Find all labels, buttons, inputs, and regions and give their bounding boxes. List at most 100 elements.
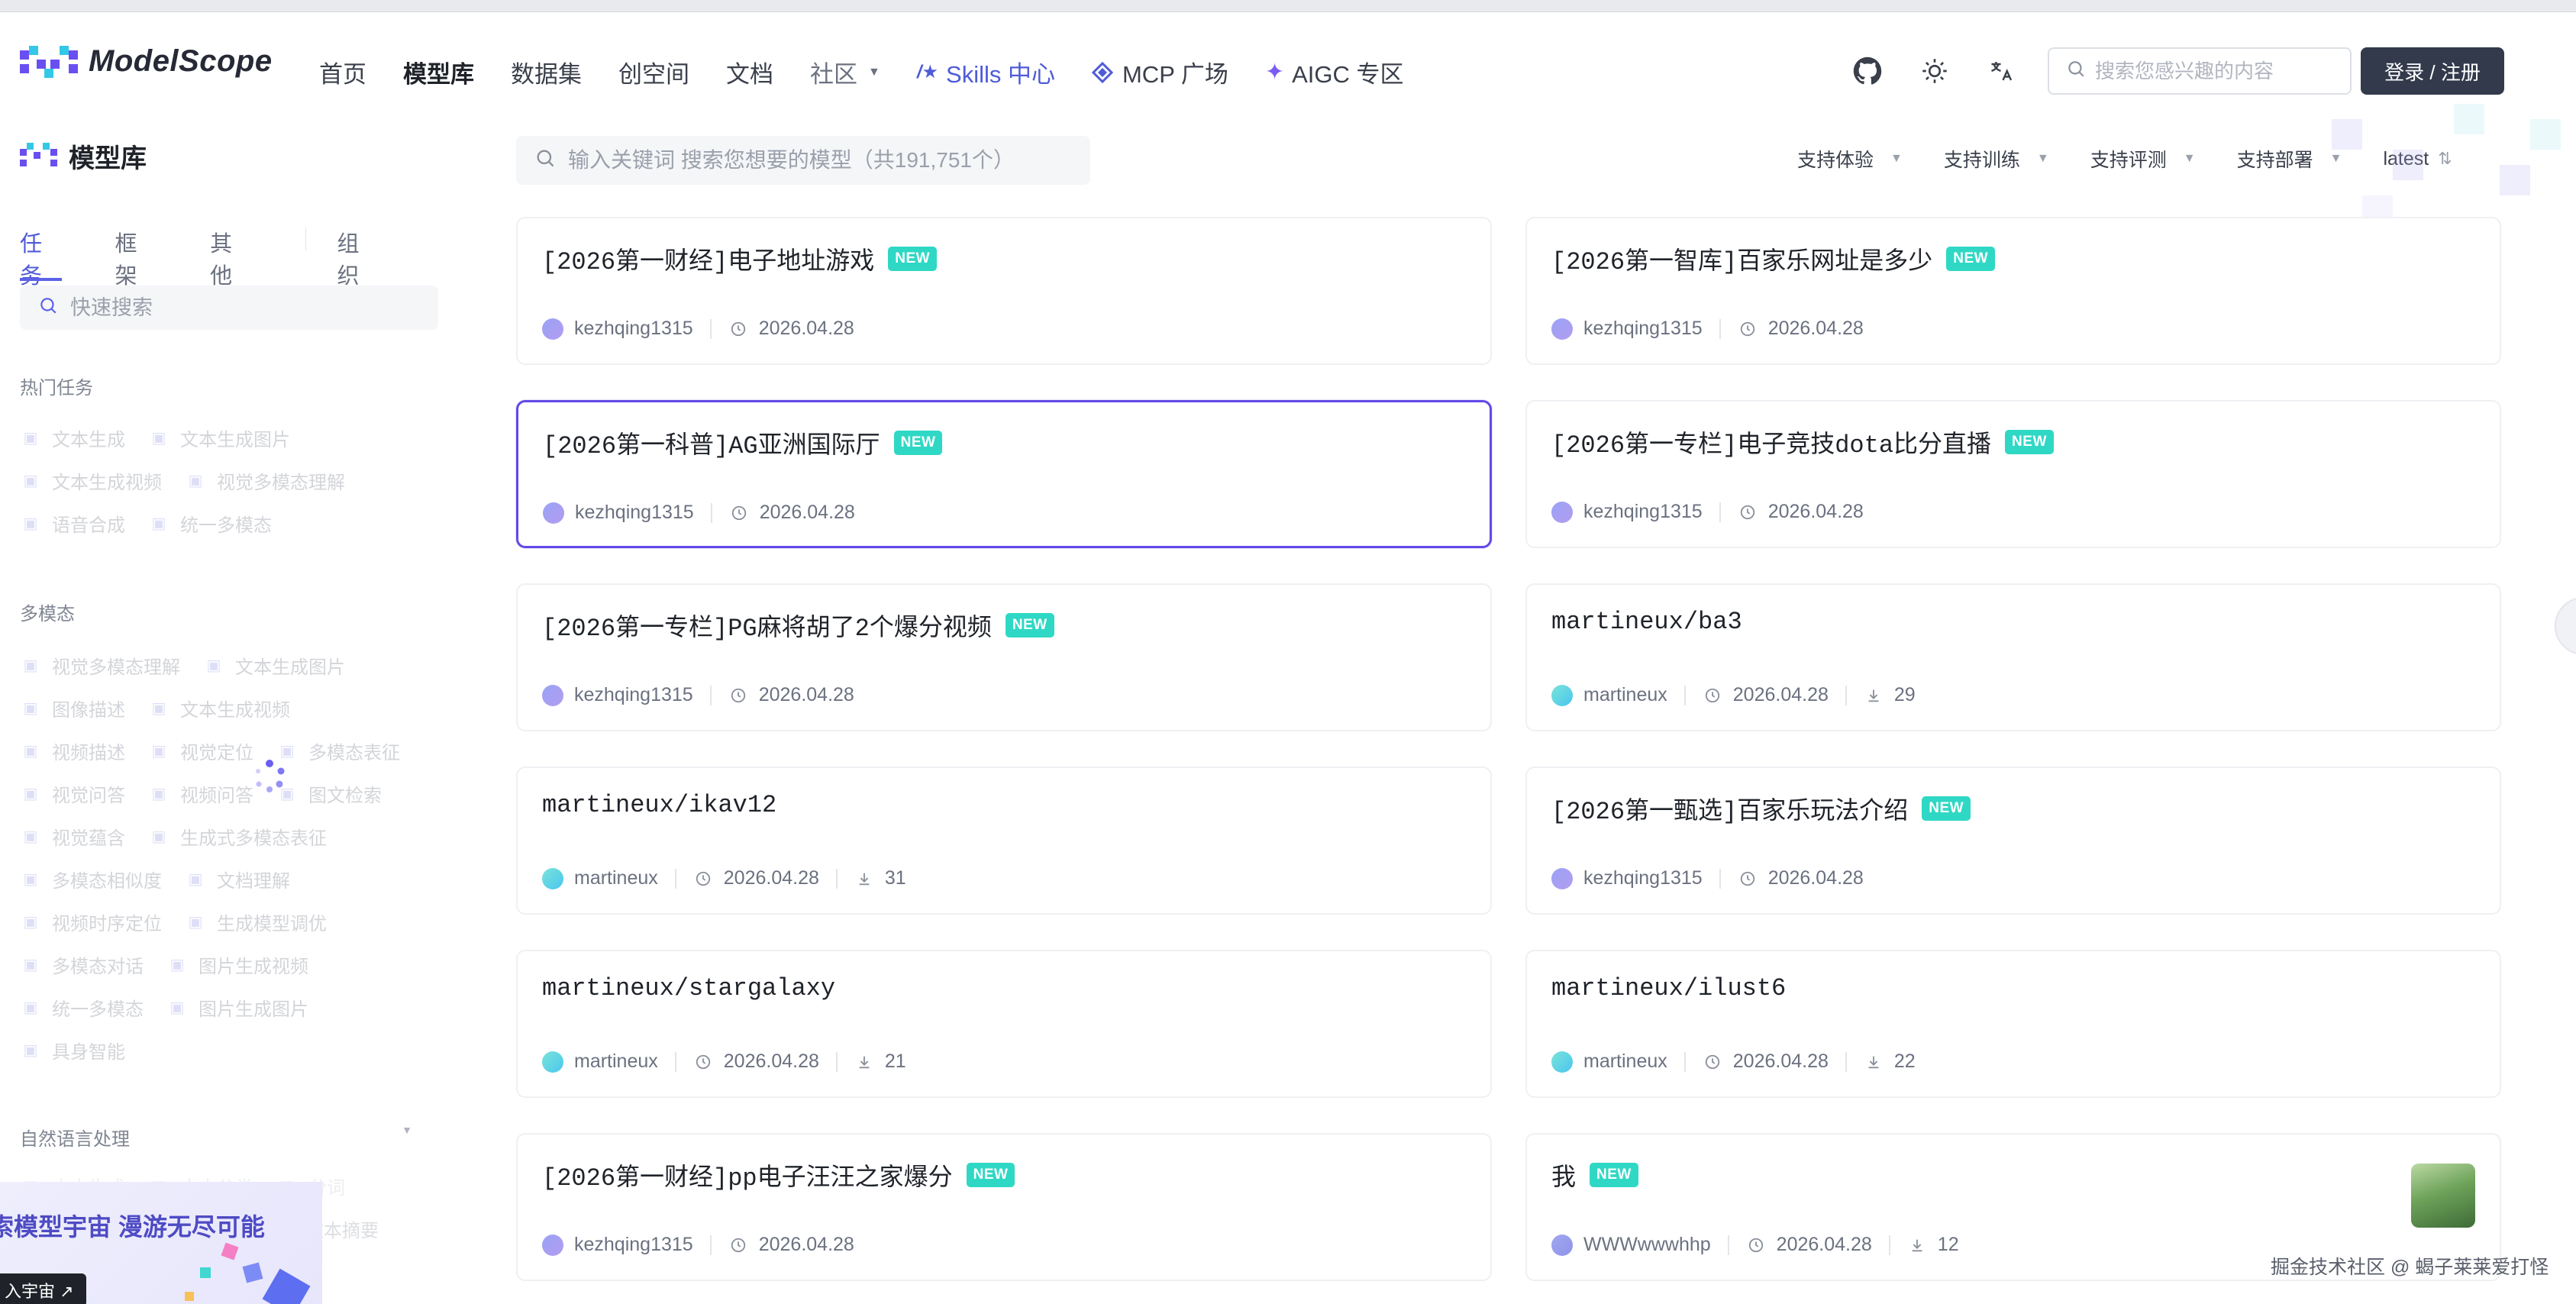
sidebar-search-box[interactable] [20,286,438,330]
author-name[interactable]: martineux [574,867,658,889]
task-chip[interactable]: ▣ 视觉蕴含 [20,823,125,850]
nav-mcp[interactable]: MCP 广场 [1091,55,1228,89]
model-title[interactable]: [2026第一财经]电子地址游戏 [542,241,874,276]
login-register-button[interactable]: 登录 / 注册 [2361,47,2504,95]
task-chip[interactable]: ▣ 生成模型调优 [185,909,327,935]
tab-tasks[interactable]: 任务 [20,226,62,289]
model-card[interactable]: martineux/ba3 martineux 2026.04.28 29 [1525,583,2501,731]
model-title[interactable]: [2026第一甄选]百家乐玩法介绍 [1551,791,1908,826]
nav-home[interactable]: 首页 [319,55,366,89]
model-title[interactable]: martineux/ikav12 [542,791,776,819]
author-name[interactable]: martineux [1583,1051,1667,1073]
nav-community[interactable]: 社区 ▼ [810,55,880,89]
model-card[interactable]: [2026第一智库]百家乐网址是多少 NEW kezhqing1315 2026.04… [1525,217,2501,365]
task-chip[interactable]: ▣ 多模态相似度 [20,866,162,892]
task-chip[interactable]: ▣ 文本生成图片 [148,424,290,451]
task-chip[interactable]: ▣ 文本生成 [20,424,125,451]
author-name[interactable]: kezhqing1315 [575,502,694,524]
github-icon[interactable] [1849,53,1886,89]
task-chip[interactable]: ▣ 图像描述 [20,695,125,721]
nav-datasets[interactable]: 数据集 [511,55,582,89]
model-title[interactable]: martineux/stargalaxy [542,974,835,1002]
tab-organizations[interactable]: 组织 [337,226,379,289]
author-name[interactable]: martineux [1583,684,1667,706]
author-name[interactable]: WWWwwwhhp [1583,1234,1711,1256]
task-chip[interactable]: ▣ 文本生成视频 [20,467,162,494]
promo-banner[interactable]: 索模型宇宙 漫游无尽可能 入宇宙 ↗ [0,1182,322,1304]
author-name[interactable]: kezhqing1315 [1583,867,1703,889]
nav-docs[interactable]: 文档 [726,55,773,89]
model-search-input[interactable] [568,148,1064,173]
tab-other[interactable]: 其他 [210,226,252,289]
task-chip[interactable]: ▣ 视频描述 [20,738,125,764]
floating-assistant-button[interactable] [2555,597,2576,655]
model-title[interactable]: [2026第一科普]AG亚洲国际厅 [543,425,880,460]
model-title[interactable]: [2026第一财经]pp电子汪汪之家爆分 [542,1157,953,1193]
global-search-input-box[interactable] [2048,47,2352,95]
model-title[interactable]: martineux/ilust6 [1551,974,1786,1002]
model-card[interactable]: [2026第一科普]AG亚洲国际厅 NEW kezhqing1315 2026.04.… [516,400,1492,548]
nav-aigc-label: AIGC 专区 [1292,61,1404,88]
task-chip[interactable]: ▣ 图片生成视频 [166,951,308,978]
task-chip[interactable]: ▣ 视觉多模态理解 [185,467,345,494]
sidebar-search-input[interactable] [70,295,421,320]
logo[interactable]: ModelScope [20,44,273,79]
author-name[interactable]: kezhqing1315 [1583,501,1703,523]
author-name[interactable]: kezhqing1315 [574,1234,693,1256]
model-card[interactable]: [2026第一专栏]电子竞技dota比分直播 NEW kezhqing1315 202… [1525,400,2501,548]
model-card[interactable]: martineux/stargalaxy martineux 2026.04.28 2… [516,950,1492,1098]
author-name[interactable]: martineux [574,1051,658,1073]
nav-skills[interactable]: /★ Skills 中心 [917,55,1055,89]
task-chip[interactable]: ▣ 统一多模态 [20,994,144,1021]
task-chip[interactable]: ▣ 视觉多模态理解 [20,652,180,679]
task-chip[interactable]: ▣ 语音合成 [20,510,125,537]
model-card[interactable]: martineux/ikav12 martineux 2026.04.28 31 [516,767,1492,915]
nav-aigc[interactable]: ✦ AIGC 专区 [1265,55,1404,89]
task-icon: ▣ [169,957,185,973]
author-name[interactable]: kezhqing1315 [574,318,693,340]
task-icon: ▣ [151,700,166,717]
task-chip-label: 统一多模态 [52,999,144,1020]
filter-experience[interactable]: 支持体验 ▼ [1797,145,1903,173]
task-chip[interactable]: ▣ 视觉定位 [148,738,253,764]
author-name[interactable]: kezhqing1315 [1583,318,1703,340]
task-chip[interactable]: ▣ 文本生成图片 [203,652,345,679]
task-chip[interactable]: ▣ 图文检索 [276,780,382,807]
model-title[interactable]: [2026第一专栏]PG麻将胡了2个爆分视频 [542,608,992,643]
model-search-box[interactable] [516,136,1090,185]
task-chip[interactable]: ▣ 图片生成图片 [166,994,308,1021]
author-name[interactable]: kezhqing1315 [574,684,693,706]
task-chip[interactable]: ▣ 视频问答 [148,780,253,807]
task-chip[interactable]: ▣ 生成式多模态表征 [148,823,327,850]
nav-studios[interactable]: 创空间 [618,55,689,89]
filter-evaluation[interactable]: 支持评测 ▼ [2090,145,2196,173]
model-card[interactable]: [2026第一专栏]PG麻将胡了2个爆分视频 NEW kezhqing1315 202… [516,583,1492,731]
nlp-heading[interactable]: 自然语言处理 ▼ [20,1124,412,1151]
tab-frameworks[interactable]: 框架 [115,226,157,289]
model-card[interactable]: [2026第一财经]电子地址游戏 NEW kezhqing1315 2026.04.2… [516,217,1492,365]
task-row: ▣ 多模态对话 ▣ 图片生成视频 [20,951,331,978]
task-chip[interactable]: ▣ 视觉问答 [20,780,125,807]
task-chip[interactable]: ▣ 具身智能 [20,1037,125,1064]
nav-models[interactable]: 模型库 [403,55,474,89]
filter-training[interactable]: 支持训练 ▼ [1944,145,2049,173]
floating-thumbnail-image[interactable] [2411,1164,2475,1228]
model-title[interactable]: [2026第一智库]百家乐网址是多少 [1551,241,1932,276]
task-chip[interactable]: ▣ 统一多模态 [148,510,272,537]
promo-explore-button[interactable]: 入宇宙 ↗ [0,1273,86,1304]
language-switch-icon[interactable] [1984,53,2020,89]
model-card[interactable]: [2026第一财经]pp电子汪汪之家爆分 NEW kezhqing1315 2026.… [516,1133,1492,1281]
model-title[interactable]: martineux/ba3 [1551,608,1742,636]
model-card[interactable]: martineux/ilust6 martineux 2026.04.28 22 [1525,950,2501,1098]
theme-sun-icon[interactable] [1916,53,1953,89]
task-chip[interactable]: ▣ 多模态表征 [276,738,400,764]
task-chip[interactable]: ▣ 多模态对话 [20,951,144,978]
model-card[interactable]: [2026第一甄选]百家乐玩法介绍 NEW kezhqing1315 2026.04.… [1525,767,2501,915]
model-card-title-row: martineux/stargalaxy [542,974,835,1002]
task-chip[interactable]: ▣ 视频时序定位 [20,909,162,935]
task-chip[interactable]: ▣ 文档理解 [185,866,290,892]
model-title[interactable]: 我 [1551,1157,1576,1193]
task-chip[interactable]: ▣ 文本生成视频 [148,695,290,721]
model-title[interactable]: [2026第一专栏]电子竞技dota比分直播 [1551,424,1991,460]
global-search-input[interactable] [2095,59,2324,83]
